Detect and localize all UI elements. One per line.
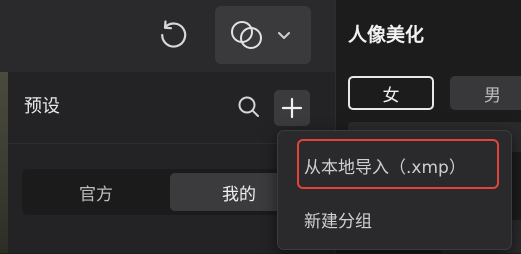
beautify-title: 人像美化 [348,24,425,46]
chevron-down-icon [278,32,290,39]
plus-icon [281,97,303,119]
add-preset-button[interactable] [274,90,310,126]
presets-title: 预设 [24,96,60,117]
undo-icon [161,20,187,48]
blend-mode-button[interactable] [215,6,311,64]
overlap-circles-icon [231,21,262,49]
preset-source-tabs: 官方 我的 [22,169,312,215]
gender-male-button[interactable]: 男 [450,76,521,110]
menu-item-new-group[interactable]: 新建分组 [278,197,511,241]
undo-button[interactable] [152,14,194,56]
gender-female-button[interactable]: 女 [348,76,434,110]
tab-official[interactable]: 官方 [26,173,166,211]
search-icon[interactable] [236,94,262,120]
photo-preview-strip [0,72,8,253]
highlight-annotation [297,139,499,189]
